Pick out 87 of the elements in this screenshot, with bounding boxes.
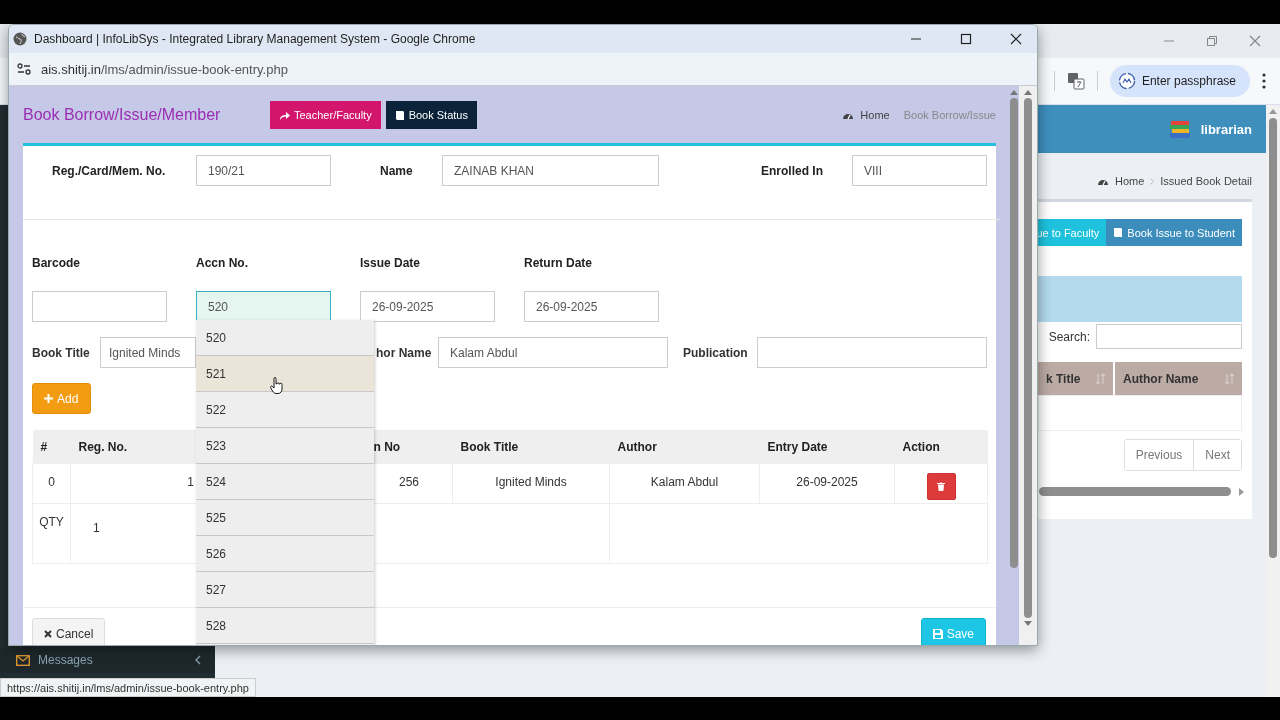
suggestion-item[interactable]: 524 [196,464,374,500]
search-field[interactable] [1096,324,1242,349]
field-label: Name [380,163,414,178]
breadcrumb-current: Book Borrow/Issue [903,109,996,121]
scrollbar-thumb[interactable] [1269,118,1277,558]
text-field[interactable]: Ignited Minds [100,337,196,368]
field-label: Book Title [32,345,91,360]
maximize-icon[interactable] [959,33,972,45]
breadcrumb-link[interactable]: Home [1114,175,1145,187]
restore-icon[interactable] [1205,35,1218,47]
url-text[interactable]: ais.shitij.in/lms/admin/issue-book-entry.php [41,61,288,77]
scrollbar-thumb[interactable] [1039,487,1231,496]
pagination-button[interactable]: Next [1193,440,1241,470]
breadcrumb-link[interactable]: Home [860,109,890,121]
text-field[interactable]: 26-09-2025 [524,291,659,322]
scroll-up-icon[interactable] [1269,109,1277,114]
table-cell: QTY [32,503,71,564]
envelope-icon [16,654,30,666]
suggestion-item[interactable]: 523 [196,428,374,464]
column-header: Entry Date [759,430,895,464]
table-cell: Kalam Abdul [609,463,760,504]
globe-icon [13,32,27,46]
table-cell: 0 [32,463,71,504]
text-field[interactable]: 520 [196,291,331,322]
table-cell: 26-09-2025 [759,463,895,504]
sidebar-item[interactable]: Messages [0,647,215,673]
scroll-down-icon[interactable] [1024,621,1032,626]
suggestion-item[interactable]: 525 [196,500,374,536]
column-header: Reg. No. [70,430,197,464]
chevron-left-icon [195,655,201,665]
search-label: Search: [1048,329,1090,344]
suggestion-item[interactable]: 522 [196,392,374,428]
trash-icon [937,482,945,491]
text-field[interactable] [32,291,167,322]
field-label: Accn No. [196,255,249,271]
suggestion-item[interactable]: 521 [196,356,374,392]
passphrase-button[interactable]: Enter passphrase [1109,65,1250,97]
field-label: Enrolled In [761,163,824,178]
column-header[interactable]: Author Name [1115,362,1242,395]
suggestion-item[interactable]: 520 [196,320,374,356]
field-label: Reg./Card/Mem. No. [52,163,167,178]
more-menu-icon[interactable] [1262,73,1266,89]
text-field[interactable] [757,337,987,368]
scrollbar-thumb[interactable] [1024,98,1032,618]
suggestion-item[interactable]: 527 [196,572,374,608]
breadcrumb-current: Issued Book Detail [1160,175,1252,187]
field-label: Barcode [32,255,82,271]
close-icon [44,629,52,638]
column-header: Book Title [452,430,610,464]
share-arrow-icon [279,110,290,120]
translate-icon[interactable] [1066,72,1085,90]
column-header[interactable]: k Title [1038,362,1115,395]
header-button[interactable]: Teacher/Faculty [270,101,381,129]
field-label: hor Name [376,345,433,360]
window-title: Dashboard | InfoLibSys - Integrated Library Management System - Google Chrome [34,32,477,46]
suggestion-item[interactable]: 526 [196,536,374,572]
text-field[interactable]: 26-09-2025 [360,291,495,322]
scroll-right-icon[interactable] [1239,487,1244,496]
page-heading: Book Borrow/Issue/Member [23,106,222,124]
badge-logo-icon [1117,72,1136,90]
chevron-right-icon [1150,177,1155,185]
table-cell: Ignited Minds [452,463,610,504]
column-header: Author [609,430,760,464]
sort-icon [1225,372,1234,385]
plus-icon [44,394,53,403]
field-label: Return Date [524,255,593,271]
suggestion-item[interactable]: 528 [196,608,374,644]
tab-button[interactable]: Book Issue to Student [1106,219,1242,246]
text-field[interactable]: 190/21 [196,155,331,186]
cancel-button[interactable]: Cancel [32,618,106,645]
hand-cursor-icon [270,377,283,394]
field-label: Issue Date [360,255,422,271]
close-icon[interactable] [1009,33,1022,45]
delete-button[interactable] [926,473,956,500]
site-settings-icon[interactable] [17,63,31,75]
text-field[interactable]: ZAINAB KHAN [442,155,659,186]
books-icon [1168,119,1191,139]
sort-icon [1096,372,1105,385]
scrollbar-thumb[interactable] [1009,98,1018,568]
user-name[interactable]: librarian [1200,121,1252,137]
link-status-bar: https://ais.shitij.in/lms/admin/issue-book-entry.php [0,678,256,697]
text-field[interactable]: Kalam Abdul [438,337,668,368]
field-label: Publication [683,345,749,360]
column-header: # [32,430,71,464]
text-field[interactable]: VIII [852,155,987,186]
column-header: Action [894,430,988,464]
header-button[interactable]: Book Status [385,101,477,129]
